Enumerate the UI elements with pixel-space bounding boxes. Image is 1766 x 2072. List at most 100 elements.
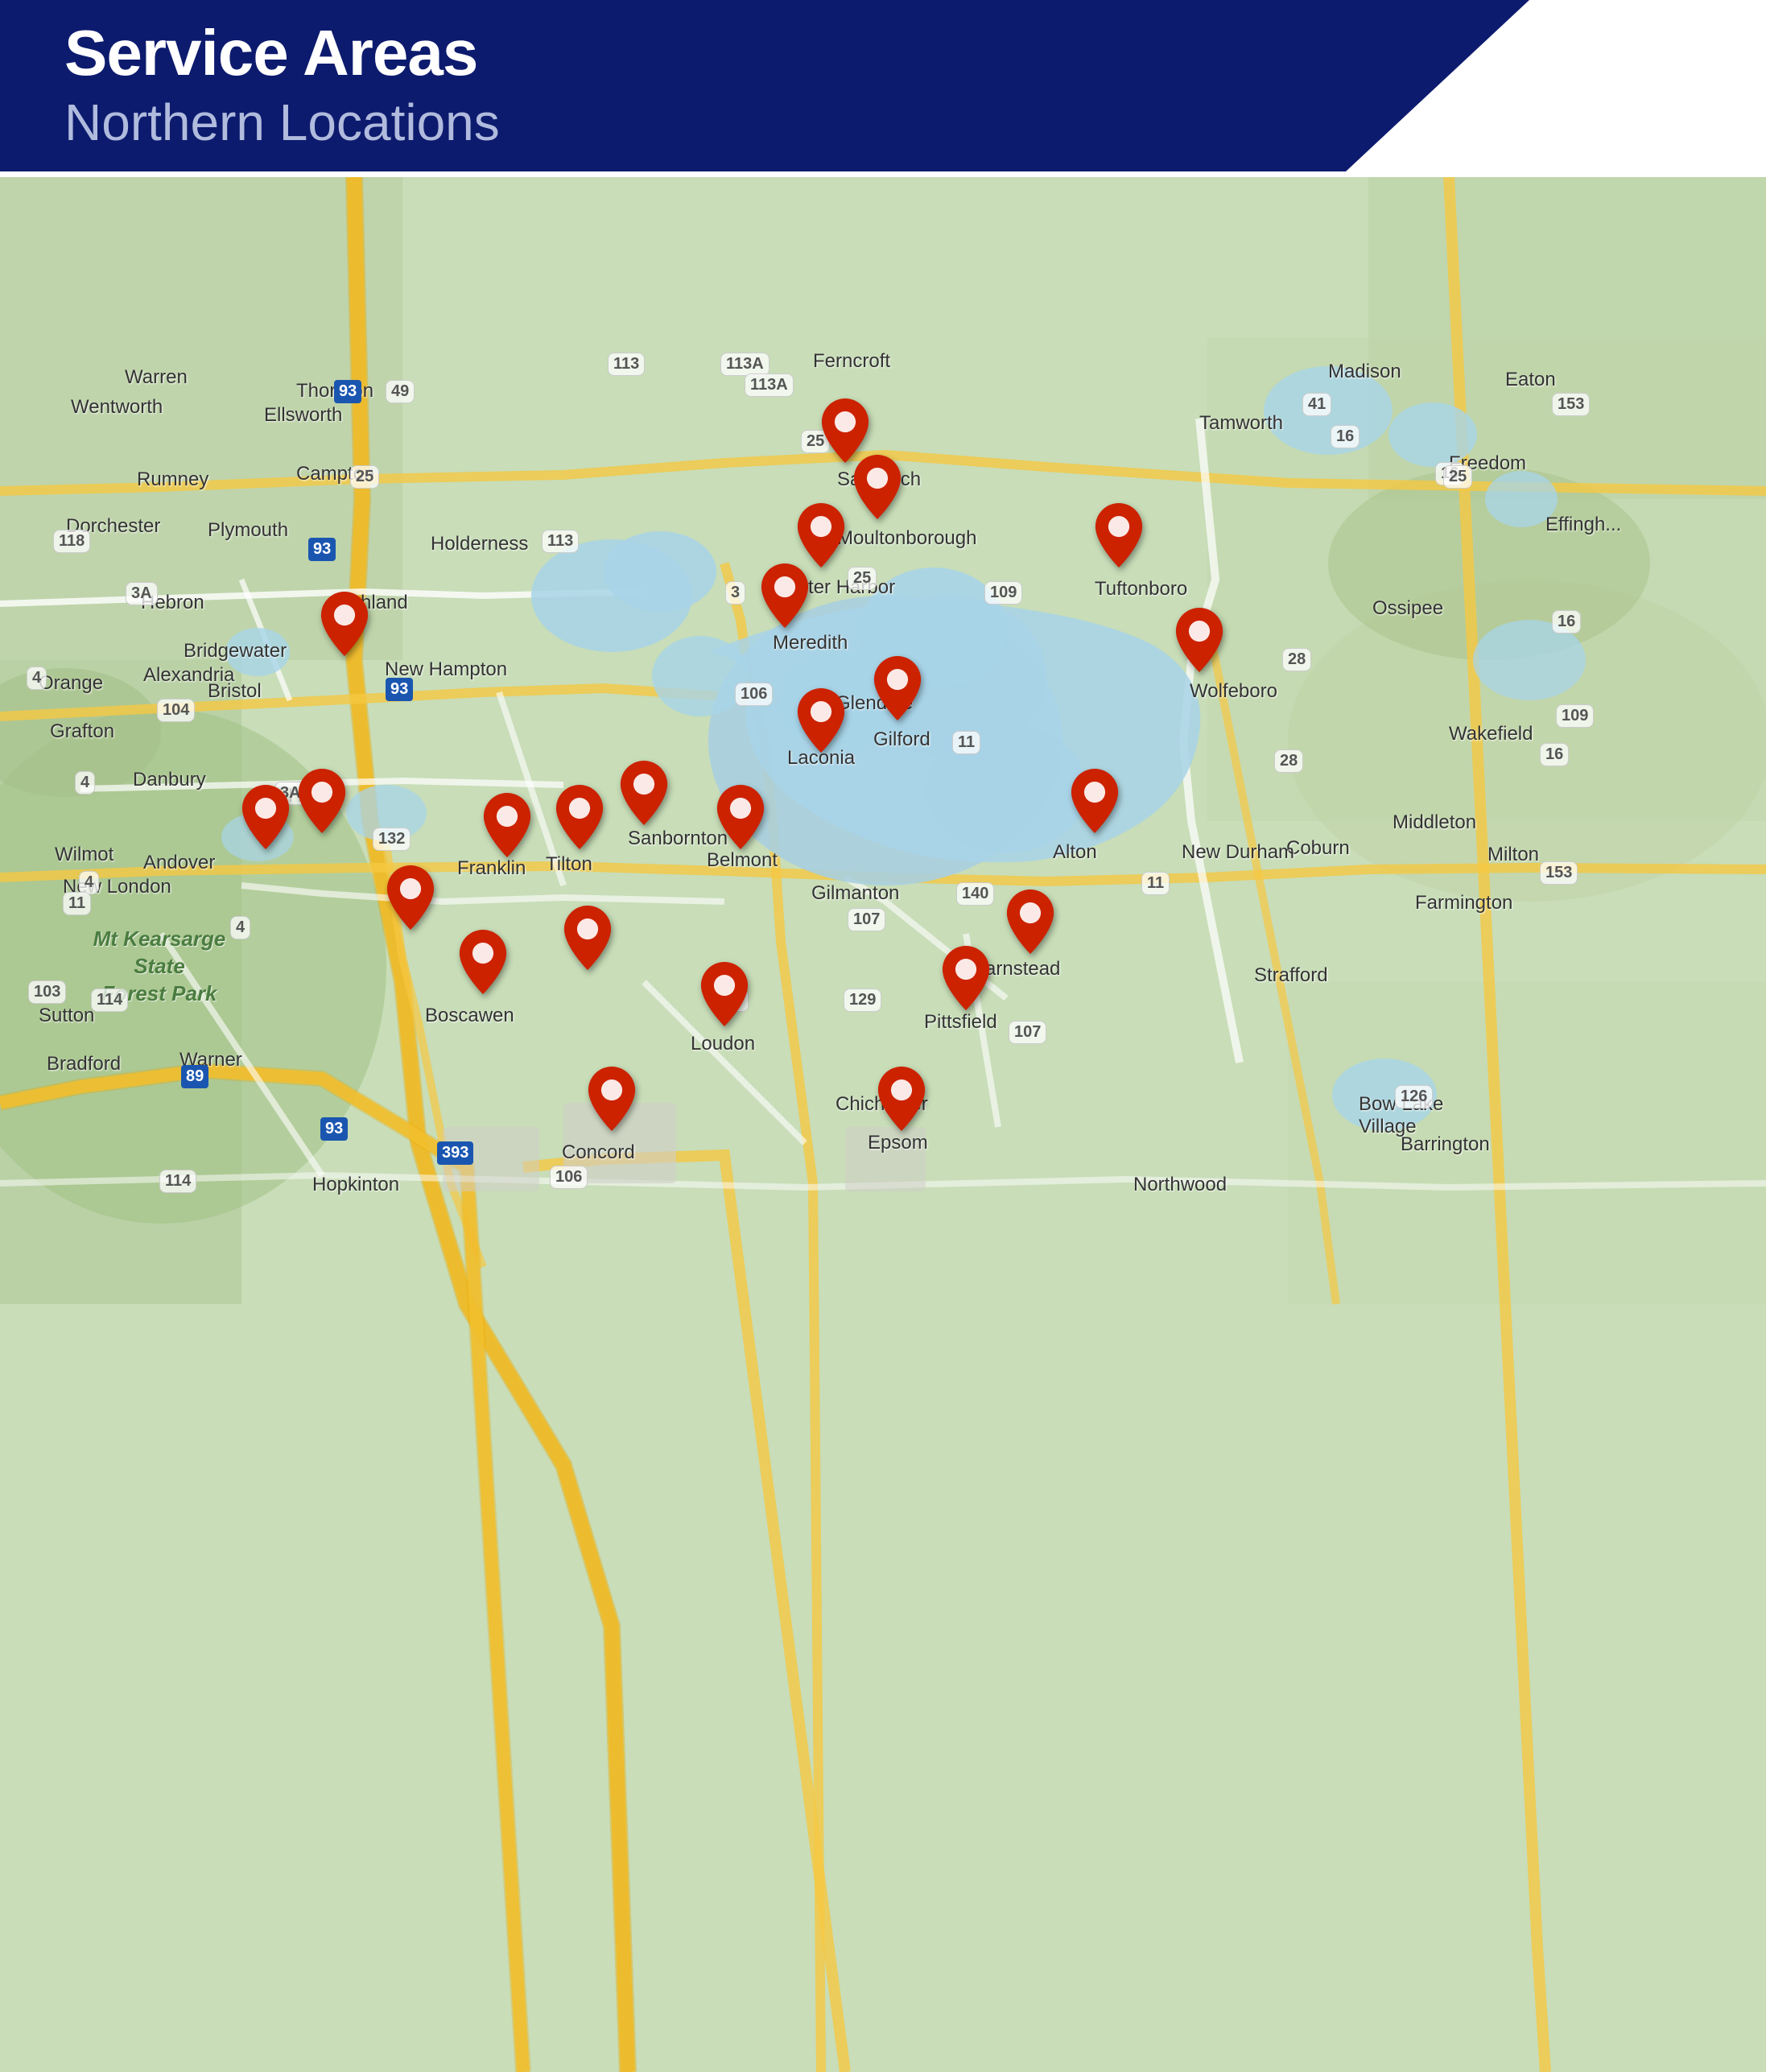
map-pin-warner[interactable] [386,865,435,934]
road-label-113-2: 113 [542,530,579,553]
page-title: Service Areas [64,18,1465,89]
map-pin-tilton[interactable] [555,785,604,853]
road-label-129: 129 [844,989,881,1012]
map-pin-pittsfield[interactable] [942,946,990,1014]
road-label-107-2: 107 [1009,1021,1046,1044]
city-label-middleton: Middleton [1393,811,1476,834]
map-pin-franklin[interactable] [483,793,531,861]
road-label-113: 113 [608,353,645,376]
map-pin-laconia[interactable] [797,688,845,757]
road-label-25-4: 25 [848,567,877,590]
page-subtitle: Northern Locations [64,92,1465,154]
map-pin-sanbornton[interactable] [620,761,668,829]
city-label-ellsworth: Ellsworth [264,404,342,427]
road-label-i93-4: 93 [320,1117,348,1141]
road-label-4-4: 4 [230,916,250,939]
map-pin-moultonborough[interactable] [853,455,902,523]
road-label-109-1: 109 [984,581,1022,605]
city-label-alton: Alton [1053,841,1097,864]
map-pin-belmont[interactable] [716,785,765,853]
city-label-epsom: Epsom [868,1132,928,1154]
city-label-orange: Orange [39,672,103,695]
city-label-northwood: Northwood [1133,1174,1227,1196]
map-pin-concord-area[interactable] [563,906,612,974]
city-label-meredith: Meredith [773,632,848,654]
city-label-tamworth: Tamworth [1199,412,1283,435]
city-label-strafford: Strafford [1254,964,1328,987]
city-label-sanbornton: Sanbornton [628,828,728,850]
city-label-holderness: Holderness [431,533,528,555]
map-pin-tuftonboro[interactable] [1095,503,1143,572]
road-label-41: 41 [1302,393,1331,416]
city-label-concord: Concord [562,1141,635,1164]
city-label-tuftonboro: Tuftonboro [1095,578,1187,601]
city-label-danbury: Danbury [133,769,206,791]
city-label-grafton: Grafton [50,720,114,743]
map-container: Warren Ferncroft Madison Eaton Wentworth… [0,177,1766,2072]
road-label-28-1: 28 [1282,648,1311,671]
map-pin-barnstead[interactable] [1006,889,1054,958]
map-background: Warren Ferncroft Madison Eaton Wentworth… [0,177,1766,2072]
map-pin-alexandria[interactable] [320,592,369,660]
map-pin-meredith[interactable] [761,563,809,632]
city-label-tilton: Tilton [546,853,592,876]
road-label-103: 103 [28,980,66,1004]
city-label-coburn: Coburn [1286,837,1350,860]
road-label-104: 104 [157,699,195,722]
city-label-loudon: Loudon [691,1033,755,1055]
header-banner: Service Areas Northern Locations [0,0,1529,171]
city-label-wakefield: Wakefield [1449,723,1533,745]
road-label-25-1: 25 [350,465,379,489]
city-label-bristol: Bristol [208,680,262,703]
road-label-126: 126 [1395,1085,1433,1108]
road-label-11-2: 11 [63,892,91,915]
road-label-106-1: 106 [735,683,773,706]
road-label-107-1: 107 [848,908,885,931]
map-pin-hill[interactable] [298,769,346,837]
city-label-ferncroft: Ferncroft [813,350,890,373]
road-label-106-3: 106 [550,1166,588,1189]
road-label-132: 132 [373,828,411,851]
city-label-boscawen: Boscawen [425,1005,514,1027]
city-label-rumney: Rumney [137,468,208,491]
city-label-andover: Andover [143,852,215,874]
road-label-113a-2: 113A [745,374,794,397]
city-label-warren: Warren [125,366,188,389]
city-label-moultonborough: Moultonborough [837,527,976,550]
page-wrapper: Service Areas Northern Locations [0,0,1766,2072]
road-label-i93-3: 93 [386,678,413,701]
city-label-bradford: Bradford [47,1053,121,1075]
map-pin-center-harbor[interactable] [797,503,845,572]
city-label-plymouth: Plymouth [208,519,288,542]
road-label-393: 393 [437,1141,473,1165]
road-label-114-1: 114 [91,989,128,1012]
city-label-gilford: Gilford [873,729,930,751]
road-label-153-2: 153 [1540,861,1578,885]
map-pin-wolfeboro[interactable] [1175,608,1223,676]
map-pin-epsom[interactable] [877,1067,926,1135]
city-label-newdurham: New Durham [1182,841,1294,864]
road-label-114-2: 114 [159,1170,196,1193]
city-label-wentworth: Wentworth [71,396,163,419]
road-label-4-1: 4 [27,667,47,690]
road-label-16-3: 16 [1552,610,1581,634]
city-label-milton: Milton [1487,844,1539,866]
map-pin-concord[interactable] [588,1067,636,1135]
map-pin-gilford[interactable] [873,656,922,724]
road-label-11-3: 11 [1141,872,1170,895]
city-label-madison: Madison [1328,361,1401,383]
map-pin-alton[interactable] [1071,769,1119,837]
road-label-118: 118 [53,530,90,553]
road-label-25-3: 25 [1443,465,1472,489]
city-label-ossipee: Ossipee [1372,597,1443,620]
road-label-49: 49 [386,380,415,403]
road-label-11-1: 11 [952,731,980,754]
city-label-wilmot: Wilmot [55,844,113,866]
road-label-4-3: 4 [79,871,99,894]
city-label-sutton: Sutton [39,1005,94,1027]
map-pin-boscawen[interactable] [459,930,507,998]
road-label-4-2: 4 [75,771,95,795]
road-label-109-2: 109 [1556,704,1594,728]
map-pin-andover[interactable] [241,785,290,853]
map-pin-loudon[interactable] [700,962,749,1030]
